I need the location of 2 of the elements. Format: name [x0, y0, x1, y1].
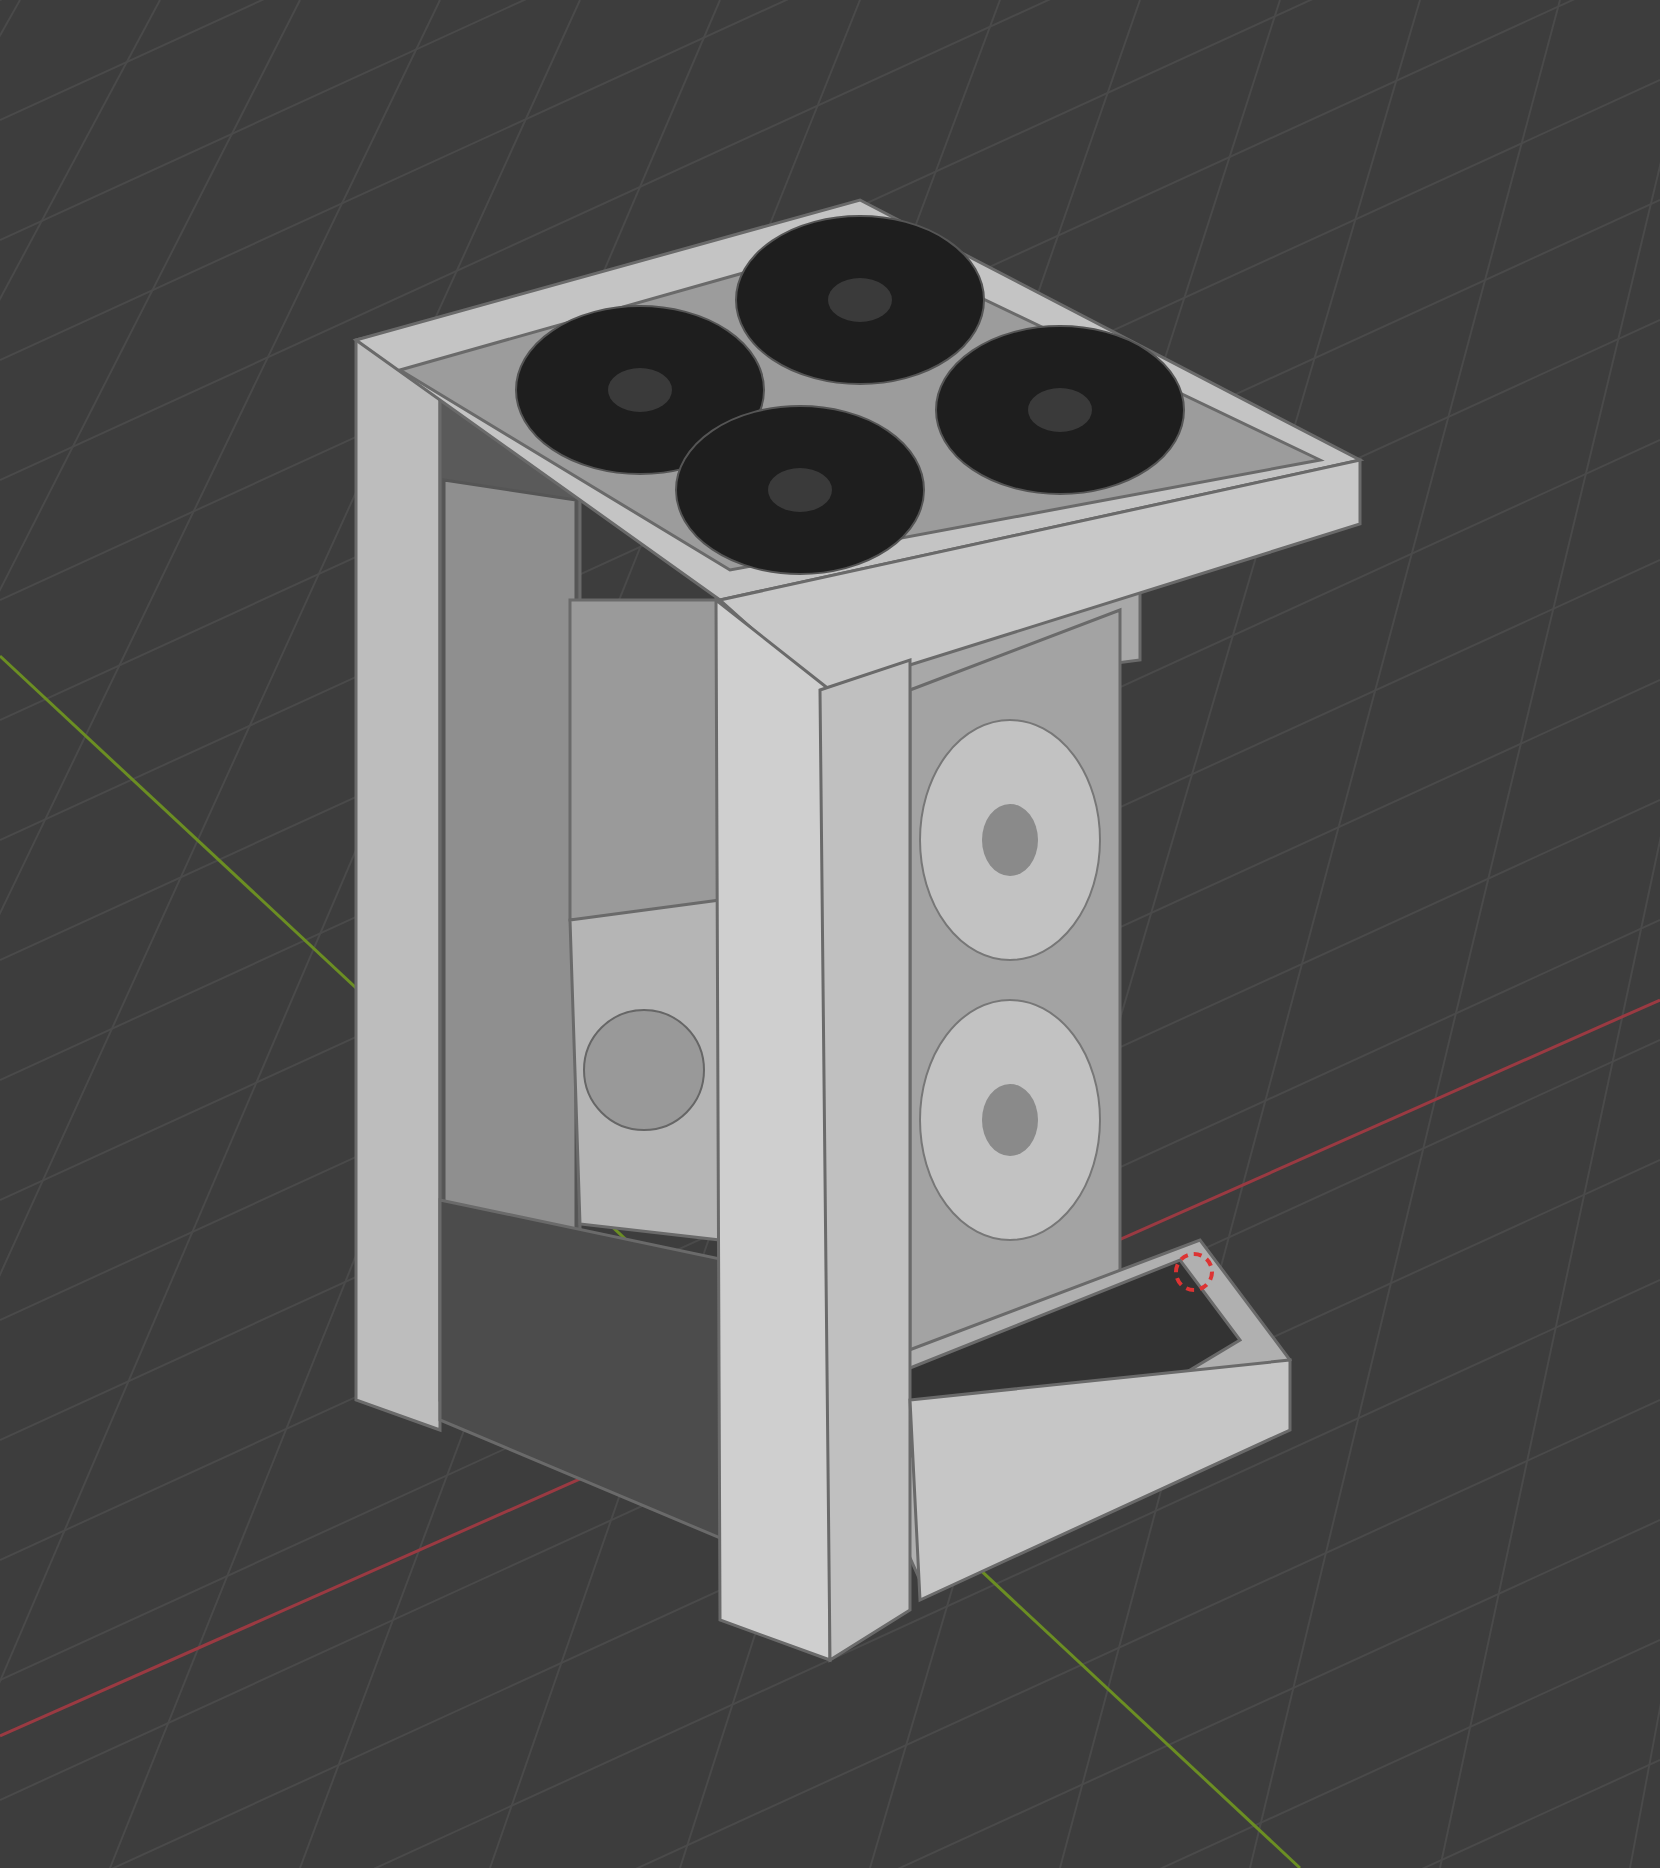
- pc-case-model-drawing[interactable]: [352, 198, 1365, 1663]
- 3d-viewport[interactable]: [0, 0, 1660, 1868]
